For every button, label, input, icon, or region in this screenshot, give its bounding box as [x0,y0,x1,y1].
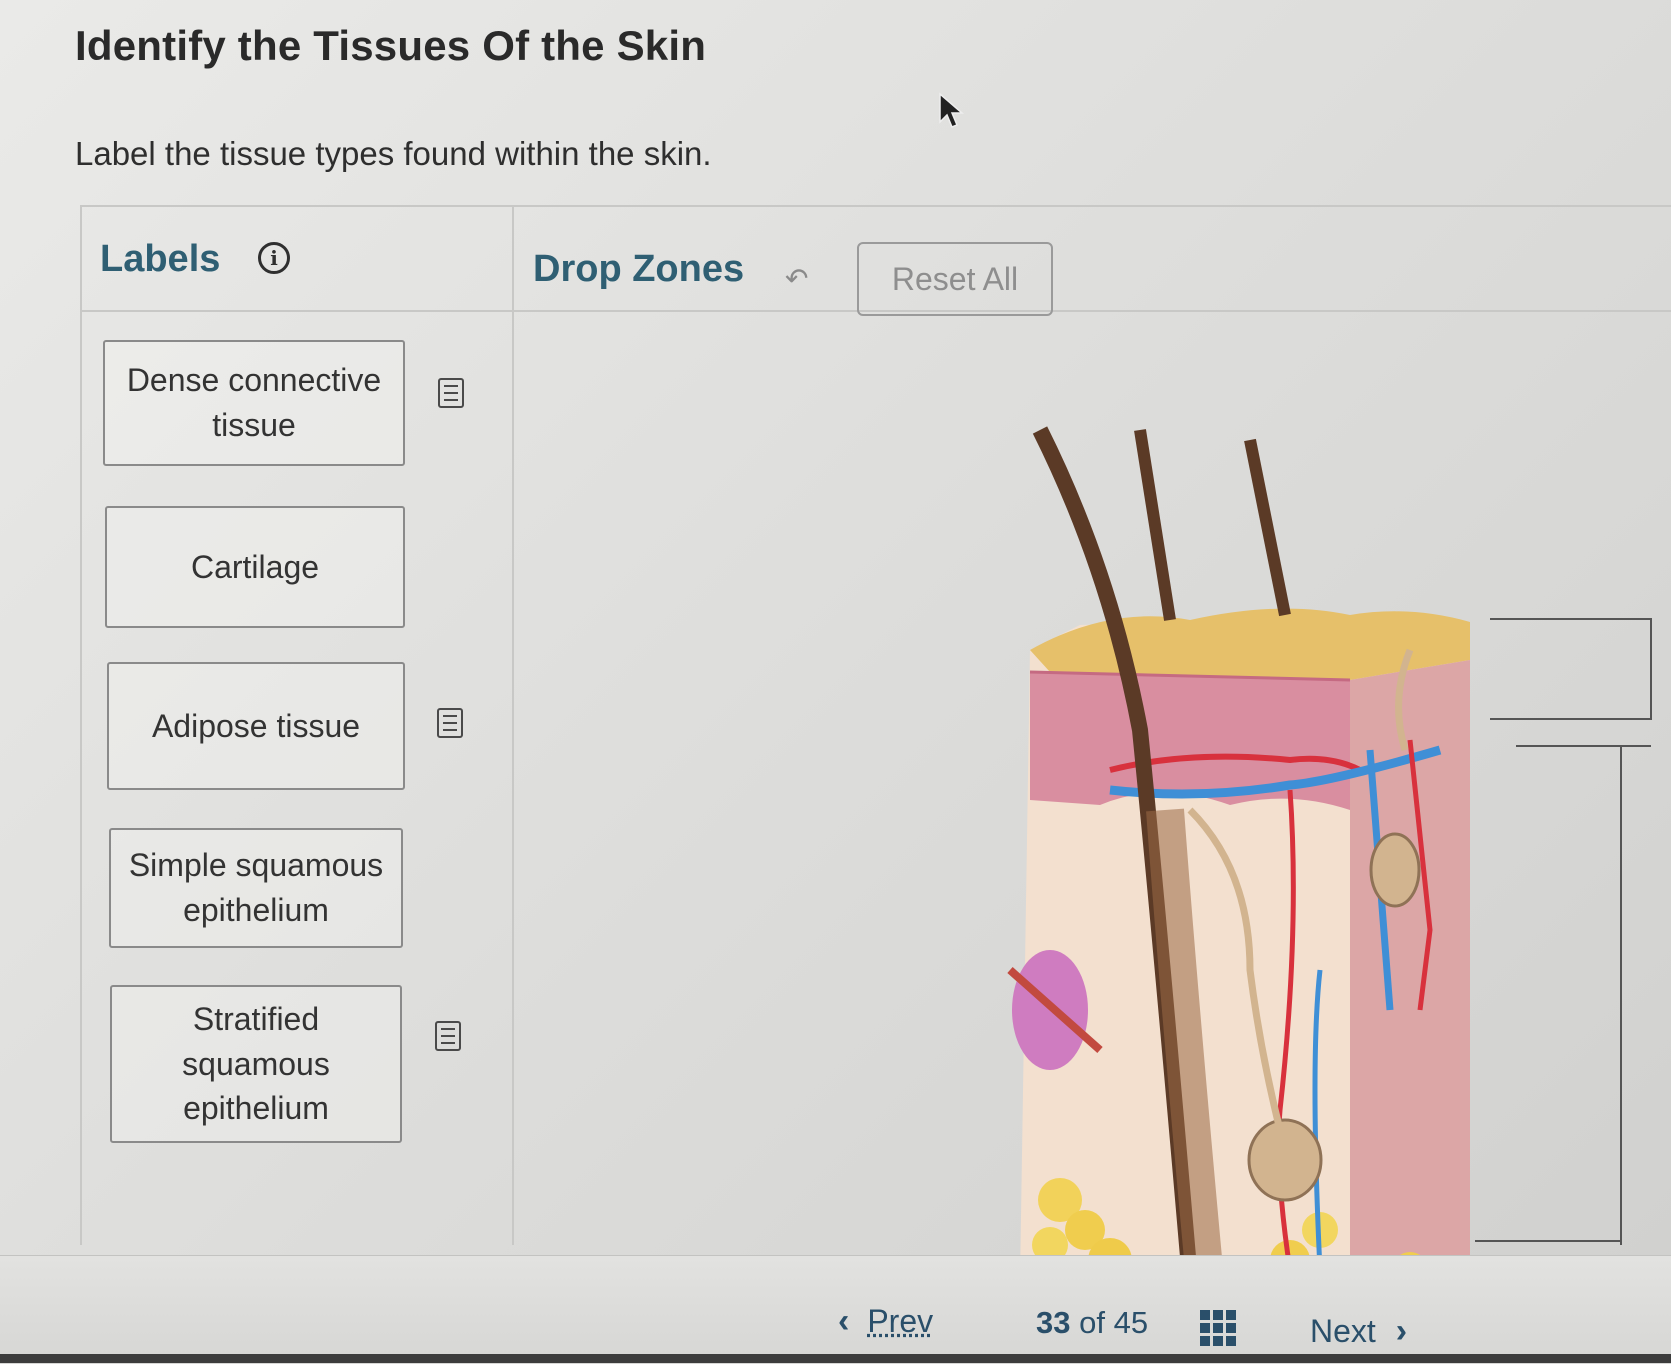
note-icon[interactable] [435,1021,461,1051]
skin-cross-section-diagram [1007,426,1470,1288]
total-pages: 45 [1113,1305,1149,1340]
prev-label: Prev [867,1303,934,1339]
label-adipose-tissue[interactable]: Adipose tissue [107,662,405,790]
label-cartilage[interactable]: Cartilage [105,506,405,628]
prev-button[interactable]: ‹ Prev [838,1302,933,1341]
bottom-navigation-bar [0,1255,1671,1364]
drop-zone-leader-2-vertical [1620,745,1622,1245]
chevron-right-icon: › [1395,1312,1408,1350]
screen-bezel [0,1354,1671,1363]
column-divider [512,205,514,1245]
note-icon[interactable] [438,378,464,408]
chevron-left-icon: ‹ [838,1302,850,1340]
drop-zones-heading: Drop Zones [533,248,745,290]
page-title: Identify the Tissues Of the Skin [75,22,707,69]
page: Identify the Tissues Of the Skin Label t… [0,0,1671,1364]
panel-border-left [80,205,82,1245]
instruction-text: Label the tissue types found within the … [75,135,712,172]
note-icon[interactable] [437,708,463,738]
labels-heading: Labels [100,238,221,280]
next-button[interactable]: Next › [1310,1312,1407,1351]
undo-icon[interactable]: ↶ [785,262,808,295]
info-icon[interactable]: i [258,242,290,274]
page-counter: 33 of 45 [1036,1305,1148,1341]
next-label: Next [1310,1313,1376,1349]
reset-all-button[interactable]: Reset All [857,242,1053,316]
label-stratified-squamous-epithelium[interactable]: Stratified squamous epithelium [110,985,402,1143]
label-simple-squamous-epithelium[interactable]: Simple squamous epithelium [109,828,403,948]
of-label: of [1079,1305,1105,1340]
label-dense-connective-tissue[interactable]: Dense connective tissue [103,340,405,466]
mouse-cursor-icon [939,92,965,128]
current-page: 33 [1036,1305,1071,1340]
drop-zone-leader-2 [1516,745,1651,747]
grid-icon[interactable] [1200,1310,1236,1346]
